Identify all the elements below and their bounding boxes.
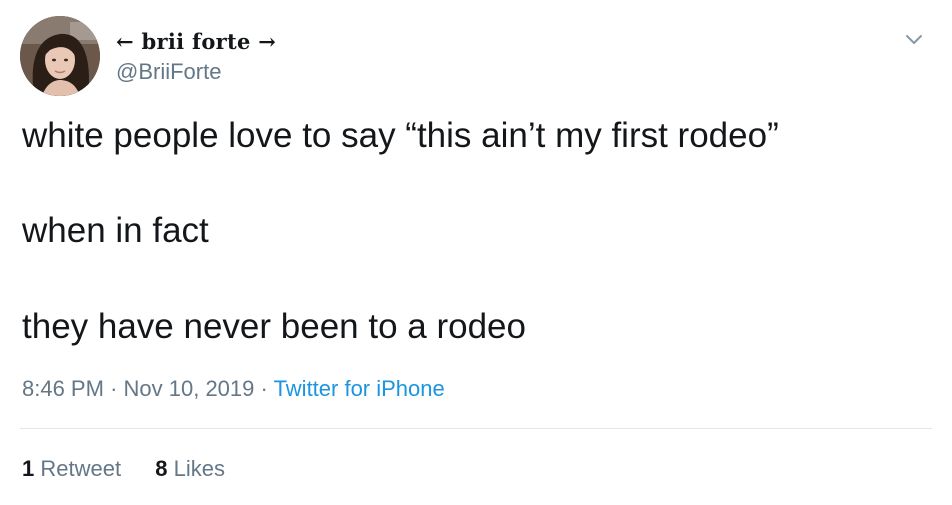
avatar[interactable]: [20, 16, 100, 96]
retweets-label: Retweet: [40, 456, 122, 481]
likes-label: Likes: [173, 456, 225, 481]
meta-separator: ·: [110, 376, 118, 401]
retweets-count: 1: [22, 456, 35, 481]
tweet-source-link[interactable]: Twitter for iPhone: [274, 376, 445, 401]
author-handle[interactable]: @BriiForte: [116, 58, 221, 86]
likes-count: 8: [155, 456, 168, 481]
retweets-stat[interactable]: 1 Retweet: [22, 453, 121, 485]
chevron-down-icon[interactable]: [901, 26, 927, 52]
tweet-text-line: when in fact: [22, 211, 209, 250]
likes-stat[interactable]: 8 Likes: [155, 453, 225, 485]
tweet-time[interactable]: 8:46 PM: [22, 376, 104, 401]
tweet-metadata: 8:46 PM · Nov 10, 2019 · Twitter for iPh…: [22, 373, 445, 405]
tweet-card: ← brii forte → @BriiForte white people l…: [0, 0, 952, 505]
divider: [20, 428, 932, 429]
tweet-text-line: white people love to say “this ain’t my …: [22, 116, 779, 155]
meta-separator: ·: [260, 376, 268, 401]
tweet-text-line: they have never been to a rodeo: [22, 307, 526, 346]
tweet-stats: 1 Retweet 8 Likes: [22, 453, 225, 485]
tweet-date[interactable]: Nov 10, 2019: [124, 376, 255, 401]
author-display-name[interactable]: ← brii forte →: [116, 27, 276, 57]
